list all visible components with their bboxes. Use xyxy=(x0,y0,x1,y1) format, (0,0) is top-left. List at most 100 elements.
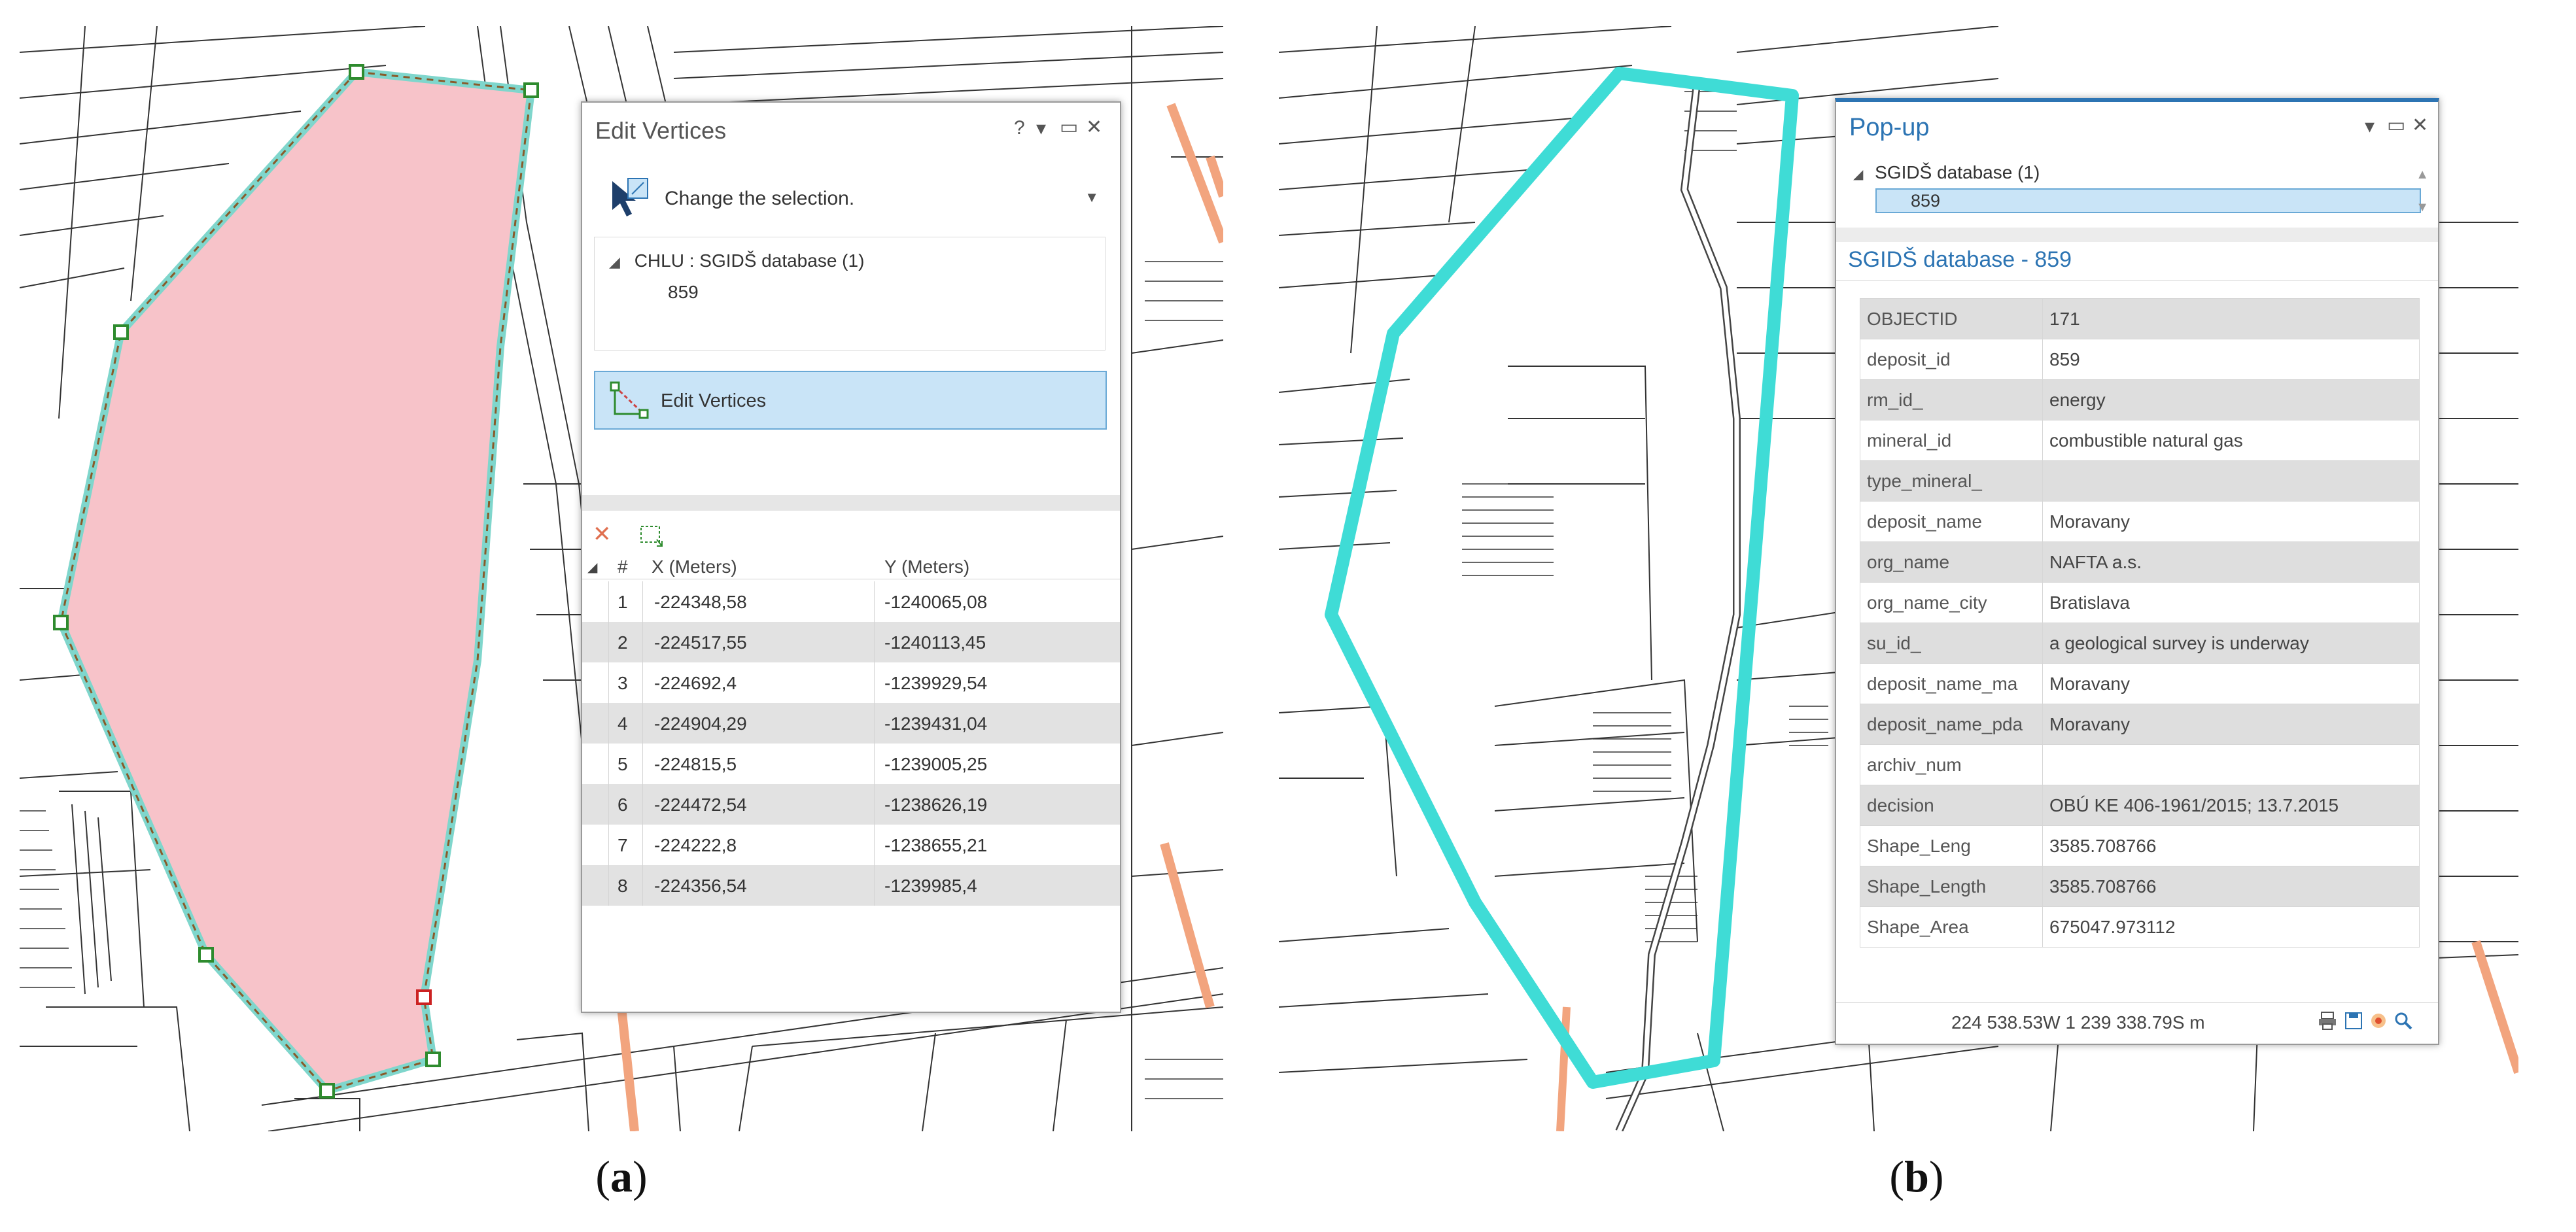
table-row[interactable]: 4 -224904,29 -1239431,04 xyxy=(582,703,1120,744)
vertices-table-header: ◢ # X (Meters) Y (Meters) xyxy=(582,554,1120,579)
tree-feature-item[interactable]: 859 xyxy=(668,282,699,303)
chevron-down-icon[interactable]: ▼ xyxy=(1085,189,1099,206)
attribute-value: 171 xyxy=(2042,298,2420,339)
table-row[interactable]: 2 -224517,55 -1240113,45 xyxy=(582,622,1120,662)
vertex-number: 5 xyxy=(618,754,628,774)
save-icon[interactable] xyxy=(2344,1011,2363,1031)
table-row[interactable]: Shape_Length 3585.708766 xyxy=(1860,866,2420,907)
close-icon[interactable]: ✕ xyxy=(2412,114,2428,137)
table-row[interactable]: 5 -224815,5 -1239005,25 xyxy=(582,744,1120,784)
attribute-value: NAFTA a.s. xyxy=(2042,541,2420,583)
selected-polygon[interactable] xyxy=(56,67,536,1095)
table-row[interactable]: deposit_name_pda Moravany xyxy=(1860,704,2420,745)
vertex-number: 1 xyxy=(618,592,628,612)
scroll-up-icon[interactable]: ▲ xyxy=(2416,167,2429,182)
attribute-value: 3585.708766 xyxy=(2042,866,2420,907)
table-row[interactable]: 6 -224472,54 -1238626,19 xyxy=(582,784,1120,825)
change-selection-control[interactable]: Change the selection. ▼ xyxy=(608,175,1105,220)
table-row[interactable]: su_id_ a geological survey is underway xyxy=(1860,623,2420,664)
table-row[interactable]: rm_id_ energy xyxy=(1860,379,2420,420)
vertex-y: -1239929,54 xyxy=(884,673,988,693)
vertex-x: -224348,58 xyxy=(654,592,747,612)
attribute-name: mineral_id xyxy=(1860,420,2043,461)
tree-layer-item[interactable]: ◢ CHLU : SGIDŠ database (1) xyxy=(609,250,864,271)
table-row[interactable]: deposit_name Moravany xyxy=(1860,501,2420,542)
flash-icon[interactable] xyxy=(2369,1011,2388,1031)
attribute-name: Shape_Area xyxy=(1860,906,2043,948)
table-row[interactable]: Shape_Leng 3585.708766 xyxy=(1860,825,2420,866)
attribute-name: type_mineral_ xyxy=(1860,460,2043,502)
popup-subtitle: SGIDŠ database - 859 xyxy=(1848,247,2072,272)
print-icon[interactable] xyxy=(2318,1011,2337,1031)
vertex-x: -224517,55 xyxy=(654,632,747,653)
table-row[interactable]: mineral_id combustible natural gas xyxy=(1860,420,2420,461)
popup-feature-tree: ◢ SGIDŠ database (1) 859 xyxy=(1848,162,2424,234)
attribute-name: deposit_name_pda xyxy=(1860,704,2043,745)
table-row[interactable]: decision OBÚ KE 406-1961/2015; 13.7.2015 xyxy=(1860,785,2420,826)
table-row[interactable]: OBJECTID 171 xyxy=(1860,298,2420,339)
vertex-x: -224472,54 xyxy=(654,795,747,815)
subfigure-label-a: (a) xyxy=(595,1152,648,1201)
expand-all-icon[interactable]: ◢ xyxy=(587,559,597,575)
tree-layer-item[interactable]: ◢ SGIDŠ database (1) xyxy=(1853,162,2040,183)
vertex-y: -1239985,4 xyxy=(884,876,977,896)
table-row[interactable]: deposit_id 859 xyxy=(1860,339,2420,380)
pane-title: Edit Vertices xyxy=(595,117,727,144)
table-row[interactable]: deposit_name_ma Moravany xyxy=(1860,663,2420,704)
edit-vertices-button-label: Edit Vertices xyxy=(661,390,767,411)
attribute-name: decision xyxy=(1860,785,2043,826)
pane-title: Pop-up xyxy=(1849,114,1930,141)
attribute-value: energy xyxy=(2042,379,2420,420)
select-cursor-icon xyxy=(612,178,648,216)
attribute-value: 859 xyxy=(2042,339,2420,380)
table-row[interactable]: Shape_Area 675047.973112 xyxy=(1860,906,2420,948)
column-y[interactable]: Y (Meters) xyxy=(884,556,969,577)
table-row[interactable]: 7 -224222,8 -1238655,21 xyxy=(582,825,1120,865)
tree-feature-item[interactable]: 859 xyxy=(1875,188,2421,213)
tree-expander-icon[interactable]: ◢ xyxy=(1853,167,1863,182)
cursor-coordinates: 224 538.53W 1 239 338.79S m xyxy=(1951,1012,2205,1033)
table-row[interactable]: org_name NAFTA a.s. xyxy=(1860,541,2420,583)
pin-icon[interactable]: ▭ xyxy=(2387,114,2405,137)
divider xyxy=(1836,228,2438,242)
vertex-y: -1238626,19 xyxy=(884,795,988,815)
edit-vertices-pane: Edit Vertices ? ▾ ▭ ✕ Change the selecti… xyxy=(581,101,1121,1013)
scroll-down-icon[interactable]: ▼ xyxy=(2416,200,2429,215)
table-row[interactable]: 3 -224692,4 -1239929,54 xyxy=(582,662,1120,703)
table-row[interactable]: type_mineral_ xyxy=(1860,460,2420,502)
vertex-number: 4 xyxy=(618,713,628,734)
deposit-outline[interactable] xyxy=(1325,67,1799,1089)
attribute-value: Moravany xyxy=(2042,663,2420,704)
edit-vertices-button[interactable]: Edit Vertices xyxy=(594,371,1107,430)
column-x[interactable]: X (Meters) xyxy=(652,556,737,577)
vertex-x: -224692,4 xyxy=(654,673,737,693)
table-row[interactable]: 1 -224348,58 -1240065,08 xyxy=(582,581,1120,622)
vertex-y: -1239005,25 xyxy=(884,754,988,774)
attribute-name: deposit_name xyxy=(1860,501,2043,542)
attribute-name: org_name xyxy=(1860,541,2043,583)
attribute-value xyxy=(2042,744,2420,785)
add-vertex-icon[interactable] xyxy=(638,522,665,549)
options-dropdown-icon[interactable]: ▾ xyxy=(1036,117,1046,140)
tree-expander-icon[interactable]: ◢ xyxy=(609,254,620,270)
table-row[interactable]: archiv_num xyxy=(1860,744,2420,785)
attribute-value: Moravany xyxy=(2042,704,2420,745)
delete-vertex-icon[interactable]: ✕ xyxy=(593,521,612,547)
attribute-value: combustible natural gas xyxy=(2042,420,2420,461)
table-row[interactable]: 8 -224356,54 -1239985,4 xyxy=(582,865,1120,906)
vertex-toolbar: ✕ xyxy=(582,515,1120,554)
options-dropdown-icon[interactable]: ▾ xyxy=(2365,115,2375,138)
close-icon[interactable]: ✕ xyxy=(1086,116,1102,139)
column-num[interactable]: # xyxy=(618,556,628,577)
attribute-name: su_id_ xyxy=(1860,623,2043,664)
popup-pane: Pop-up ▾ ▭ ✕ ◢ SGIDŠ database (1) 859 ▲ … xyxy=(1835,98,2439,1045)
help-icon[interactable]: ? xyxy=(1014,117,1025,139)
attribute-name: archiv_num xyxy=(1860,744,2043,785)
pin-icon[interactable]: ▭ xyxy=(1060,116,1078,139)
zoom-icon[interactable] xyxy=(2393,1011,2413,1031)
table-row[interactable]: org_name_city Bratislava xyxy=(1860,582,2420,623)
divider xyxy=(582,495,1120,511)
attribute-value: 675047.973112 xyxy=(2042,906,2420,948)
attribute-name: deposit_name_ma xyxy=(1860,663,2043,704)
vertex-number: 8 xyxy=(618,876,628,896)
